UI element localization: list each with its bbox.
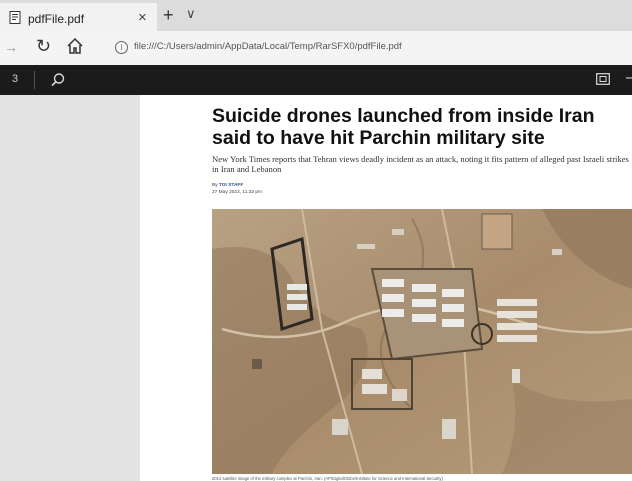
site-info-icon[interactable]: i <box>115 41 128 54</box>
article-byline: By TOI STAFF <box>212 183 243 188</box>
pdf-file-icon <box>9 11 21 24</box>
address-bar[interactable]: i file:///C:/Users/admin/AppData/Local/T… <box>108 38 632 58</box>
tab-title: pdfFile.pdf <box>28 12 85 26</box>
fit-page-icon[interactable] <box>596 73 610 85</box>
refresh-icon[interactable]: ↻ <box>36 36 51 57</box>
url-text[interactable]: file:///C:/Users/admin/AppData/Local/Tem… <box>134 41 402 52</box>
tab-pdffile[interactable]: pdfFile.pdf × <box>0 3 157 31</box>
pdf-toolbar: 3 – <box>0 65 632 95</box>
article-headline: Suicide drones launched from inside Iran… <box>212 105 595 149</box>
article-date: 27 May 2022, 11:33 pm <box>212 190 263 195</box>
photo-caption: 2014 satellite image of the military com… <box>212 476 443 481</box>
close-tab-button[interactable]: × <box>138 9 147 26</box>
satellite-photo <box>212 209 632 474</box>
more-icon[interactable]: – <box>626 69 632 87</box>
page-number[interactable]: 3 <box>12 73 18 85</box>
pdf-left-margin <box>0 95 140 481</box>
pdf-page: Suicide drones launched from inside Iran… <box>140 95 632 481</box>
tab-bar: pdfFile.pdf × + ∨ <box>0 0 632 31</box>
navigation-bar: → ↻ i file:///C:/Users/admin/AppData/Loc… <box>0 31 632 65</box>
back-arrow-icon[interactable]: → <box>4 39 18 55</box>
toolbar-divider <box>34 71 35 89</box>
byline-prefix: By <box>212 183 218 188</box>
new-tab-button[interactable]: + <box>163 5 174 26</box>
search-icon[interactable] <box>50 72 66 88</box>
home-icon[interactable] <box>66 37 84 55</box>
author-name[interactable]: TOI STAFF <box>219 183 243 188</box>
tab-list-button[interactable]: ∨ <box>186 6 196 22</box>
article-subheadline: New York Times reports that Tehran views… <box>212 154 629 174</box>
